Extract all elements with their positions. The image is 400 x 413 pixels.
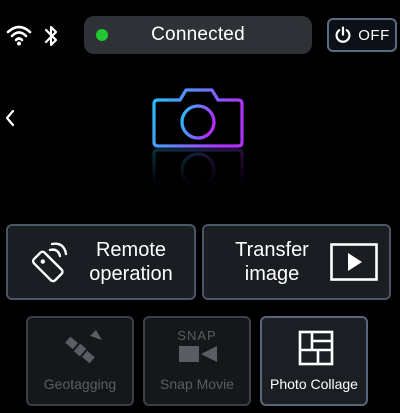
transfer-label-line2: image — [244, 263, 300, 285]
geotagging-button[interactable]: Geotagging — [26, 316, 134, 406]
power-off-button[interactable]: OFF — [327, 18, 397, 52]
snap-movie-icon — [179, 346, 217, 362]
status-text: Connected — [151, 24, 245, 45]
geotagging-label: Geotagging — [43, 376, 117, 392]
connection-status: Connected — [84, 16, 312, 54]
status-dot — [96, 29, 108, 41]
transfer-image-icon — [330, 243, 378, 281]
transfer-label-line1: Transfer — [235, 239, 309, 261]
satellite-icon — [65, 330, 102, 364]
camera-icon — [152, 88, 244, 188]
remote-operation-button[interactable]: Remote operation — [6, 224, 196, 300]
photo-collage-label: Photo Collage — [270, 376, 358, 392]
power-button-label: OFF — [358, 26, 390, 44]
transfer-image-button[interactable]: Transfer image — [202, 224, 391, 300]
chevron-left-icon[interactable] — [4, 108, 16, 128]
bluetooth-icon — [44, 25, 58, 47]
wifi-icon — [6, 25, 32, 46]
power-icon — [335, 26, 351, 43]
snap-movie-label: Snap Movie — [160, 376, 234, 392]
snap-icon-text: SNAP — [177, 328, 217, 343]
remote-label-line1: Remote — [95, 239, 167, 261]
remote-label-line2: operation — [89, 263, 173, 285]
snap-movie-button[interactable]: SNAP Snap Movie — [143, 316, 251, 406]
photo-collage-button[interactable]: Photo Collage — [260, 316, 368, 406]
remote-control-icon — [31, 242, 68, 283]
photo-collage-icon — [298, 330, 334, 366]
